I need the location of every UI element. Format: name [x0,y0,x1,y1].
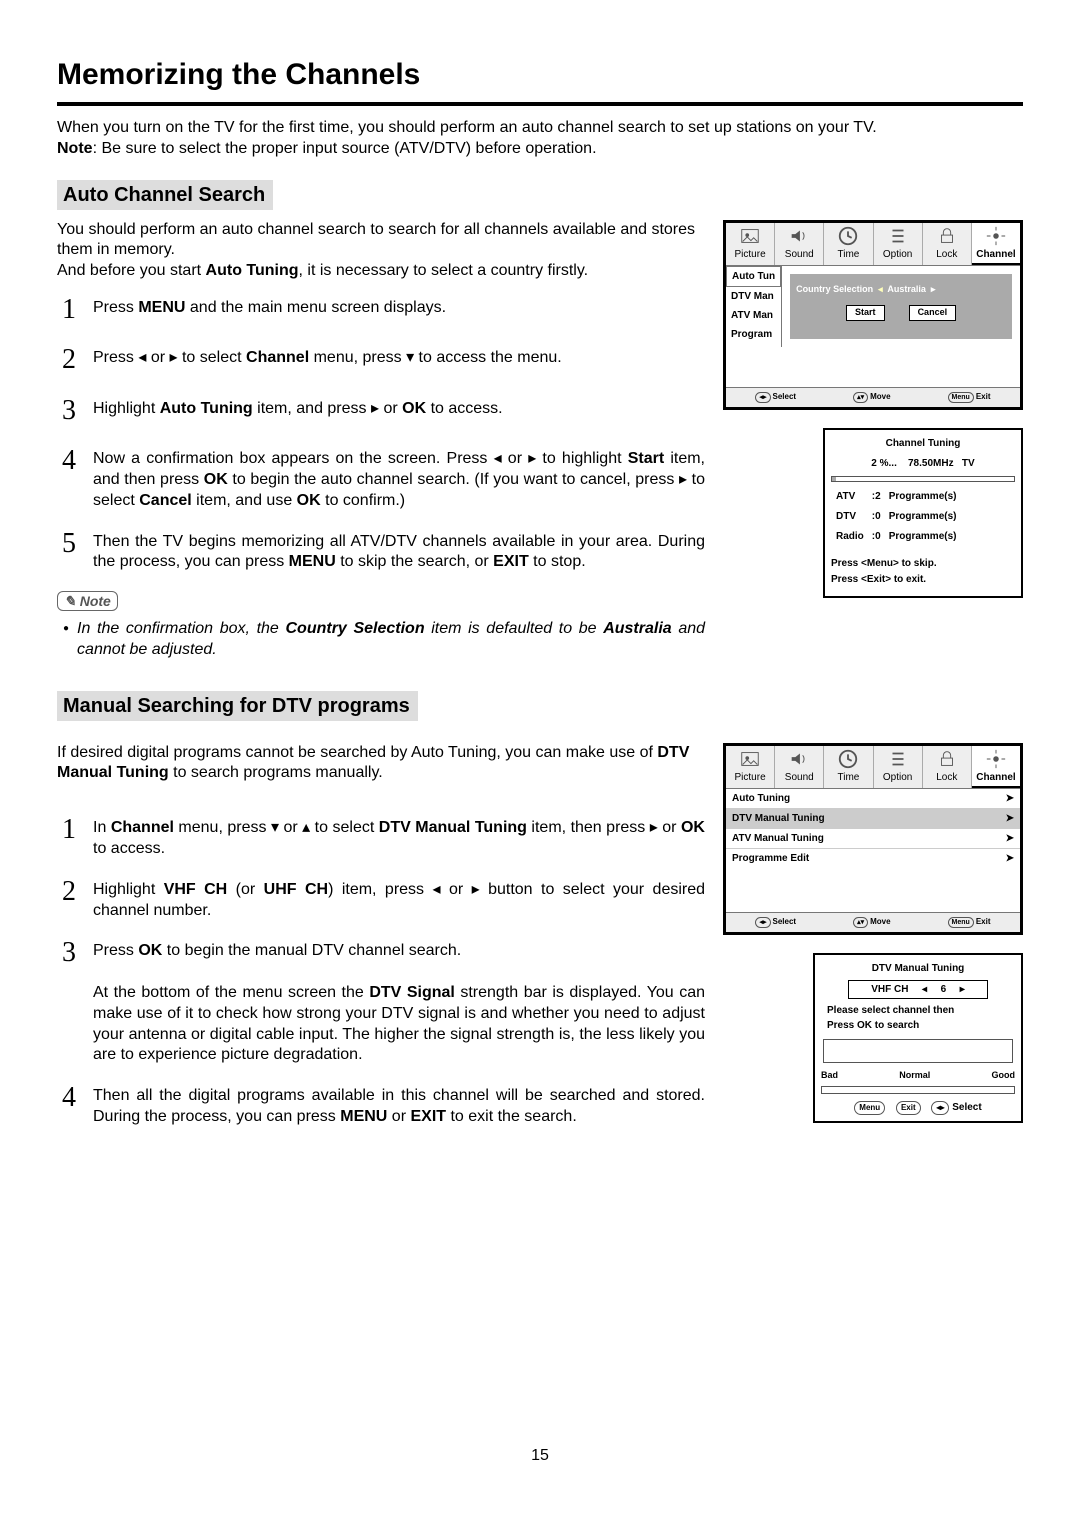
channel-icon [985,748,1007,770]
menu-item[interactable]: Auto Tun [726,266,781,287]
step: 2 Press ◂ or ▸ to select Channel menu, pr… [57,342,705,378]
section1-note: In the confirmation box, the Country Sel… [63,619,705,661]
step-body: Now a confirmation box appears on the sc… [93,443,705,511]
section1-steps: 1 Press MENU and the main menu screen dis… [57,292,705,573]
section2-title: Manual Searching for DTV programs [57,691,418,721]
cancel-button[interactable]: Cancel [909,305,957,321]
step-number: 2 [57,874,81,922]
step: 1 Press MENU and the main menu screen dis… [57,292,705,328]
menu-item[interactable]: ATV Man [726,306,781,325]
tuning-row: DTV:0Programme(s) [833,508,960,526]
section1-para1: You should perform an auto channel searc… [57,220,705,262]
intro-line1: When you turn on the TV for the first ti… [57,119,877,136]
tab-option[interactable]: Option [874,746,923,788]
step: 5Then the TV begins memorizing all ATV/D… [57,526,705,574]
time-icon [837,225,859,247]
step-body: Press ◂ or ▸ to select Channel menu, pre… [93,342,705,378]
page-number: 15 [57,1446,1023,1467]
channel-tuning-box: Channel Tuning 2 %... 78.50MHz TV ATV:2P… [823,428,1023,598]
step-number: 4 [57,1080,81,1128]
menu-item[interactable]: Auto Tuning➤ [726,789,1020,809]
tab-lock[interactable]: Lock [923,223,972,265]
chevron-right-icon: ➤ [1006,792,1014,805]
section2-para: If desired digital programs cannot be se… [57,743,705,785]
tab-channel[interactable]: Channel [972,223,1020,265]
intro: When you turn on the TV for the first ti… [57,118,1023,160]
step-number: 1 [57,292,81,328]
step-body: Then all the digital programs available … [93,1080,705,1128]
intro-note-text: : Be sure to select the proper input sou… [93,140,597,157]
step-number: 4 [57,443,81,511]
vhf-channel-selector[interactable]: VHF CH ◂ 6 ▸ [848,980,988,999]
osd-channel-menu: PictureSoundTimeOptionLockChannel Auto T… [723,743,1023,935]
tab-sound[interactable]: Sound [775,746,824,788]
tab-time[interactable]: Time [824,223,873,265]
step-body: Then the TV begins memorizing all ATV/DT… [93,526,705,574]
section1-para2: And before you start Auto Tuning, it is … [57,261,705,282]
osd-auto-search: PictureSoundTimeOptionLockChannel Auto T… [723,220,1023,410]
option-icon [887,748,909,770]
tab-channel[interactable]: Channel [972,746,1020,788]
step-body: In Channel menu, press ▾ or ▴ to select … [93,812,705,860]
tab-sound[interactable]: Sound [775,223,824,265]
progress-bar [831,476,1015,482]
step-number: 3 [57,393,81,429]
lock-icon [936,225,958,247]
tuning-row: Radio:0Programme(s) [833,528,960,546]
dtv-manual-tuning-box: DTV Manual Tuning VHF CH ◂ 6 ▸ Please se… [813,953,1023,1124]
lock-icon [936,748,958,770]
step-number: 5 [57,526,81,574]
step: 2Highlight VHF CH (or UHF CH) item, pres… [57,874,705,922]
tuning-row: ATV:2Programme(s) [833,488,960,506]
tab-picture[interactable]: Picture [726,223,775,265]
right-arrow-icon[interactable]: ▸ [960,982,965,997]
step: 1In Channel menu, press ▾ or ▴ to select… [57,812,705,860]
tab-lock[interactable]: Lock [923,746,972,788]
step-body: Highlight VHF CH (or UHF CH) item, press… [93,874,705,922]
menu-item[interactable]: Programme Edit➤ [726,849,1020,868]
menu-item[interactable]: ATV Manual Tuning➤ [726,829,1020,849]
tab-picture[interactable]: Picture [726,746,775,788]
step: 4Now a confirmation box appears on the s… [57,443,705,511]
channel-icon [985,225,1007,247]
option-icon [887,225,909,247]
sound-icon [788,225,810,247]
step-number: 2 [57,342,81,378]
picture-icon [739,748,761,770]
left-arrow-icon[interactable]: ◂ [922,982,927,997]
step-body: Press OK to begin the manual DTV channel… [93,935,705,1066]
picture-icon [739,225,761,247]
chevron-right-icon: ➤ [1006,852,1014,865]
step: 3Press OK to begin the manual DTV channe… [57,935,705,1066]
step: 3 Highlight Auto Tuning item, and press ▸… [57,393,705,429]
step-number: 1 [57,812,81,860]
menu-item[interactable]: DTV Man [726,287,781,306]
step-body: Press MENU and the main menu screen disp… [93,292,705,328]
chevron-right-icon: ➤ [1006,812,1014,825]
time-icon [837,748,859,770]
sound-icon [788,748,810,770]
note-tag: ✎ Note [57,591,118,611]
osd-popup: Country Selection ◂ Australia ▸ Start Ca… [790,274,1012,339]
menu-item[interactable]: Program [726,325,781,344]
page-title: Memorizing the Channels [57,55,1023,106]
chevron-right-icon: ➤ [1006,832,1014,845]
step: 4Then all the digital programs available… [57,1080,705,1128]
signal-strength-bar [821,1086,1015,1094]
menu-item[interactable]: DTV Manual Tuning➤ [726,809,1020,829]
tab-time[interactable]: Time [824,746,873,788]
section1-title: Auto Channel Search [57,180,273,210]
tab-option[interactable]: Option [874,223,923,265]
start-button[interactable]: Start [846,305,885,321]
section2-steps: 1In Channel menu, press ▾ or ▴ to select… [57,812,705,1128]
intro-note-label: Note [57,140,93,157]
step-number: 3 [57,935,81,1066]
step-body: Highlight Auto Tuning item, and press ▸ … [93,393,705,429]
